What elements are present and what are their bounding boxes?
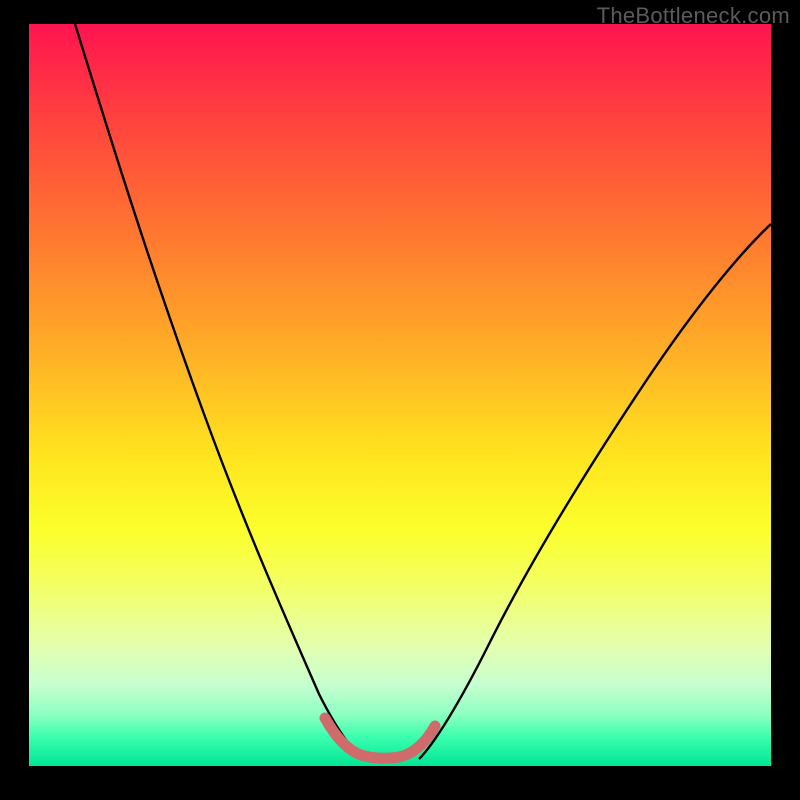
left-curve [75, 24, 364, 759]
watermark-text: TheBottleneck.com [597, 3, 790, 29]
chart-frame [29, 24, 771, 766]
highlight-dots-left [320, 713, 356, 755]
chart-svg [29, 24, 771, 766]
right-curve [419, 224, 771, 759]
